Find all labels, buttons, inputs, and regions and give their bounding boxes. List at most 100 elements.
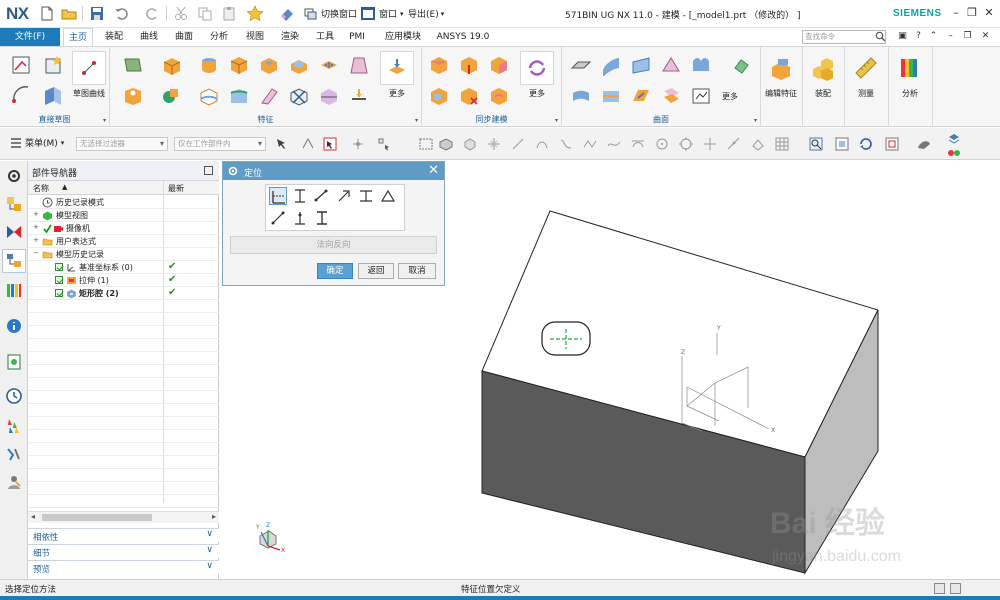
- split-body-icon[interactable]: [318, 85, 340, 107]
- group-menu-arrow[interactable]: ▾: [103, 117, 106, 124]
- column-name[interactable]: 名称: [33, 183, 49, 194]
- redo-icon[interactable]: [143, 5, 161, 22]
- zoom-icon[interactable]: [834, 136, 850, 152]
- orient-view-icon[interactable]: [884, 136, 900, 152]
- snap-icon[interactable]: [300, 136, 316, 152]
- line-icon[interactable]: [510, 136, 526, 152]
- revolve-icon[interactable]: [198, 54, 220, 76]
- expand-icon[interactable]: +: [33, 211, 40, 218]
- rotate-icon[interactable]: [858, 136, 874, 152]
- trim-sheet-icon[interactable]: [630, 85, 652, 107]
- tree-row-model-views[interactable]: + 模型视图: [28, 209, 219, 222]
- select-region-icon[interactable]: [376, 136, 392, 152]
- doc-restore-button[interactable]: ❐: [961, 30, 974, 43]
- eraser-icon[interactable]: [278, 5, 296, 22]
- history-palette-icon[interactable]: [5, 353, 23, 371]
- minimize-button[interactable]: –: [949, 6, 963, 20]
- surface-more-button[interactable]: 更多: [722, 79, 738, 102]
- tangent-icon[interactable]: [630, 136, 646, 152]
- dialog-close-icon[interactable]: ✕: [428, 163, 439, 178]
- assembly-button[interactable]: 装配: [806, 51, 840, 99]
- tree-row-history-mode[interactable]: 历史记录模式: [28, 196, 219, 209]
- select-all-icon[interactable]: [274, 136, 290, 152]
- web-browser-icon[interactable]: [5, 317, 23, 335]
- tree-row-rectangular-pocket[interactable]: 矩形腔 (2) ✔: [28, 287, 219, 300]
- point-onto-line-icon[interactable]: [291, 209, 309, 227]
- panel-details[interactable]: 细节 ∨: [28, 544, 219, 559]
- collapse-icon[interactable]: −: [33, 250, 40, 257]
- tab-curve[interactable]: 曲线: [135, 28, 163, 46]
- export-menu-button[interactable]: 导出(E) ▾: [408, 5, 444, 22]
- close-window-button[interactable]: ✕: [982, 6, 996, 20]
- undo-icon[interactable]: [113, 5, 131, 22]
- move-face-icon[interactable]: [428, 54, 450, 76]
- type-filter-dropdown[interactable]: 无选择过滤器: [76, 137, 168, 151]
- feature-checkbox[interactable]: [55, 289, 63, 297]
- shell-icon[interactable]: [198, 85, 220, 107]
- reuse-library-icon[interactable]: [5, 281, 23, 299]
- parallel-icon[interactable]: [313, 187, 331, 205]
- extrude-icon[interactable]: [160, 54, 182, 76]
- pull-face-icon[interactable]: [458, 54, 480, 76]
- sketch-plane-icon[interactable]: [42, 83, 64, 105]
- doc-minimize-button[interactable]: –: [944, 30, 957, 43]
- dialog-title-bar[interactable]: 定位 ✕: [223, 162, 444, 180]
- point-on-curve-icon[interactable]: [726, 136, 742, 152]
- cancel-button[interactable]: 取消: [398, 263, 436, 279]
- arc-icon[interactable]: [10, 83, 32, 105]
- trim-body-icon[interactable]: [288, 85, 310, 107]
- group-menu-arrow[interactable]: ▾: [555, 117, 558, 124]
- tab-ansys[interactable]: ANSYS 19.0: [435, 28, 491, 46]
- intersection-icon[interactable]: [702, 136, 718, 152]
- cut-icon[interactable]: [172, 5, 190, 22]
- group-menu-arrow[interactable]: ▾: [754, 117, 757, 124]
- expand-icon[interactable]: +: [33, 224, 40, 231]
- system-materials-icon[interactable]: [5, 417, 23, 435]
- maximize-navigator-icon[interactable]: [204, 166, 213, 175]
- sync-more-button[interactable]: 更多: [520, 51, 554, 99]
- scrollbar-thumb[interactable]: [42, 514, 152, 521]
- point-snap-icon[interactable]: [486, 136, 502, 152]
- paste-icon[interactable]: [220, 5, 238, 22]
- settings-gear-icon[interactable]: [5, 167, 23, 185]
- tab-file[interactable]: 文件(F): [0, 28, 60, 46]
- parallel-distance-icon[interactable]: [357, 187, 375, 205]
- solid-body-icon[interactable]: [438, 136, 454, 152]
- rectangle-select-icon[interactable]: [418, 136, 434, 152]
- extension-icon[interactable]: [690, 85, 712, 107]
- delete-face-icon[interactable]: [458, 85, 480, 107]
- roles-icon[interactable]: [5, 473, 23, 491]
- ribbon-options-icon[interactable]: ▣: [896, 30, 909, 43]
- multi-select-icon[interactable]: [350, 136, 366, 152]
- panel-preview[interactable]: 预览 ∨: [28, 560, 219, 575]
- command-search-input[interactable]: 查找命令: [802, 30, 886, 44]
- ok-button[interactable]: 确定: [317, 263, 353, 279]
- tab-home[interactable]: 主页: [63, 28, 93, 46]
- unite-icon[interactable]: [160, 85, 182, 107]
- through-curves-icon[interactable]: [600, 54, 622, 78]
- draft-icon[interactable]: [348, 54, 370, 76]
- tab-render[interactable]: 渲染: [276, 28, 304, 46]
- open-folder-icon[interactable]: [60, 5, 78, 22]
- tab-pmi[interactable]: PMI: [344, 28, 370, 46]
- ruled-icon[interactable]: [570, 85, 592, 107]
- sort-ascending-icon[interactable]: ▲: [62, 183, 67, 191]
- replace-face-icon[interactable]: [428, 85, 450, 107]
- chamfer-icon[interactable]: [258, 85, 280, 107]
- tab-assembly[interactable]: 装配: [100, 28, 128, 46]
- tab-application[interactable]: 应用模块: [380, 28, 426, 46]
- dialog-gear-icon[interactable]: [227, 165, 239, 177]
- assembly-navigator-icon[interactable]: [5, 195, 23, 213]
- perpendicular-icon[interactable]: [335, 187, 353, 205]
- search-icon[interactable]: [875, 31, 886, 42]
- vertical-icon[interactable]: [291, 187, 309, 205]
- more-features-button[interactable]: 更多: [380, 51, 414, 99]
- sketch-curve-button[interactable]: 草图曲线: [72, 51, 106, 99]
- select-mode-icon[interactable]: [322, 136, 338, 152]
- curve-snap-icon[interactable]: [558, 136, 574, 152]
- sketch-task-icon[interactable]: [42, 54, 64, 76]
- arc-snap-icon[interactable]: [534, 136, 550, 152]
- panel-dependencies[interactable]: 相依性 ∨: [28, 528, 219, 543]
- tree-row-cameras[interactable]: + 摄像机: [28, 222, 219, 235]
- status-fullscreen-icon[interactable]: [934, 583, 945, 594]
